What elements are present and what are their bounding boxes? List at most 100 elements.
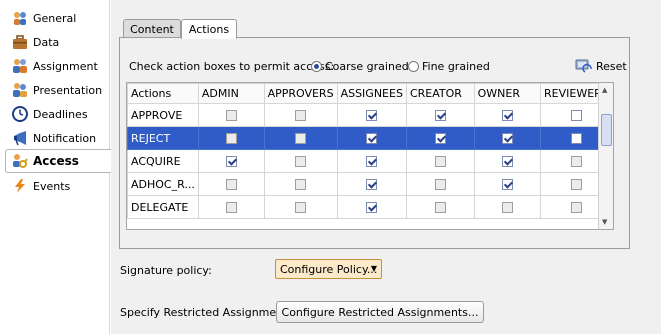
table-header-row: Actions ADMIN APPROVERS ASSIGNEES CREATO… [127, 83, 613, 104]
column-header[interactable]: Actions [127, 83, 199, 104]
permission-checkbox[interactable] [225, 156, 237, 167]
permission-cell [197, 195, 265, 219]
permission-cell [263, 195, 338, 219]
permission-checkbox[interactable] [366, 110, 378, 121]
permission-checkbox[interactable] [501, 133, 513, 144]
permission-checkbox[interactable] [501, 156, 513, 167]
column-header[interactable]: ASSIGNEES [336, 83, 407, 104]
people-icon [12, 58, 28, 74]
fine-grained-radio[interactable] [408, 61, 419, 72]
table-row[interactable]: ADHOC_R... [127, 172, 613, 196]
sidebar-item-label: Events [33, 179, 71, 193]
button-label: Configure Restricted Assignments... [281, 305, 479, 319]
permission-checkbox [225, 179, 237, 190]
access-prompt: Check action boxes to permit access: [129, 60, 335, 73]
table-row[interactable]: DELEGATE [127, 195, 613, 219]
permission-checkbox [295, 133, 307, 144]
permission-checkbox[interactable] [434, 110, 446, 121]
configure-restricted-assignments-button[interactable]: Configure Restricted Assignments... [276, 301, 484, 323]
coarse-grained-radio[interactable] [311, 61, 322, 72]
permission-checkbox [225, 110, 237, 121]
permission-cell [405, 103, 475, 127]
configure-policy-dropdown[interactable]: Configure Policy... ▼ [275, 259, 382, 279]
permission-checkbox [501, 202, 513, 213]
reset-label: Reset [596, 59, 627, 73]
permission-cell [473, 149, 542, 173]
column-header[interactable]: APPROVERS [263, 83, 338, 104]
scrollbar-thumb[interactable] [601, 114, 612, 146]
tab-content[interactable]: Content [123, 19, 181, 38]
permission-cell [263, 103, 338, 127]
permission-cell [197, 149, 265, 173]
permission-cell [473, 195, 542, 219]
permission-checkbox [434, 156, 446, 167]
action-name-cell: REJECT [127, 126, 199, 150]
permission-cell [197, 126, 265, 150]
sidebar-item-assignment[interactable]: Assignment [6, 54, 110, 78]
permission-checkbox[interactable] [366, 179, 378, 190]
sidebar-item-label: Access [33, 154, 79, 168]
reset-icon [575, 58, 593, 74]
action-name-cell: APPROVE [127, 103, 199, 127]
actions-table: Actions ADMIN APPROVERS ASSIGNEES CREATO… [126, 82, 614, 230]
permission-checkbox[interactable] [366, 156, 378, 167]
column-header[interactable]: CREATOR [405, 83, 475, 104]
permission-checkbox [434, 202, 446, 213]
reset-button[interactable]: Reset [575, 58, 627, 74]
dropdown-arrow-icon: ▼ [370, 264, 377, 273]
table-row[interactable]: ACQUIRE [127, 149, 613, 173]
permission-cell [405, 149, 475, 173]
main-area: Content Actions Check action boxes to pe… [111, 0, 661, 334]
column-header[interactable]: OWNER [473, 83, 542, 104]
fine-grained-label: Fine grained [422, 60, 490, 73]
permission-cell [405, 172, 475, 196]
permission-cell [197, 103, 265, 127]
scroll-up-icon[interactable]: ▲ [602, 86, 607, 94]
permission-checkbox[interactable] [501, 110, 513, 121]
permission-cell [263, 126, 338, 150]
table-row[interactable]: APPROVE [127, 103, 613, 127]
table-row[interactable]: REJECT [127, 126, 613, 150]
briefcase-icon [12, 34, 28, 50]
permission-cell [336, 172, 407, 196]
sidebar-item-access[interactable]: Access [5, 149, 111, 173]
sidebar-item-deadlines[interactable]: Deadlines [6, 102, 110, 126]
restricted-assignment-label: Specify Restricted Assignment [120, 306, 288, 319]
permission-checkbox [571, 202, 582, 213]
sidebar-item-presentation[interactable]: Presentation [6, 78, 110, 102]
permission-cell [263, 149, 338, 173]
permission-cell [473, 126, 542, 150]
permission-cell [473, 172, 542, 196]
scroll-down-icon[interactable]: ▼ [602, 218, 607, 226]
permission-checkbox[interactable] [571, 133, 582, 144]
permission-cell [197, 172, 265, 196]
permission-checkbox[interactable] [501, 179, 513, 190]
dropdown-value: Configure Policy... [280, 262, 378, 276]
permission-cell [405, 195, 475, 219]
clock-icon [12, 106, 28, 122]
permission-checkbox [571, 156, 582, 167]
permission-checkbox[interactable] [366, 202, 378, 213]
sidebar-item-label: Data [33, 35, 60, 49]
permission-checkbox[interactable] [434, 133, 446, 144]
sidebar-item-notification[interactable]: Notification [6, 126, 110, 150]
permission-checkbox[interactable] [366, 133, 378, 144]
permission-checkbox [571, 179, 582, 190]
permission-cell [336, 126, 407, 150]
tab-actions[interactable]: Actions [181, 19, 237, 39]
sidebar-item-label: Notification [33, 131, 97, 145]
permission-checkbox [295, 156, 307, 167]
permission-checkbox [225, 133, 237, 144]
sidebar-item-events[interactable]: Events [6, 174, 110, 198]
vertical-scrollbar[interactable]: ▲ ▼ [598, 83, 613, 229]
sidebar-item-data[interactable]: Data [6, 30, 110, 54]
sidebar-item-general[interactable]: General [6, 6, 110, 30]
column-header[interactable]: ADMIN [197, 83, 265, 104]
lightning-icon [12, 178, 28, 194]
megaphone-icon [12, 130, 28, 146]
permission-checkbox[interactable] [571, 110, 582, 121]
sidebar: General Data Assignment Presentation Dea… [0, 0, 111, 334]
coarse-grained-label: Coarse grained [325, 60, 409, 73]
permission-cell [336, 195, 407, 219]
actions-panel: Check action boxes to permit access: Coa… [119, 37, 630, 249]
